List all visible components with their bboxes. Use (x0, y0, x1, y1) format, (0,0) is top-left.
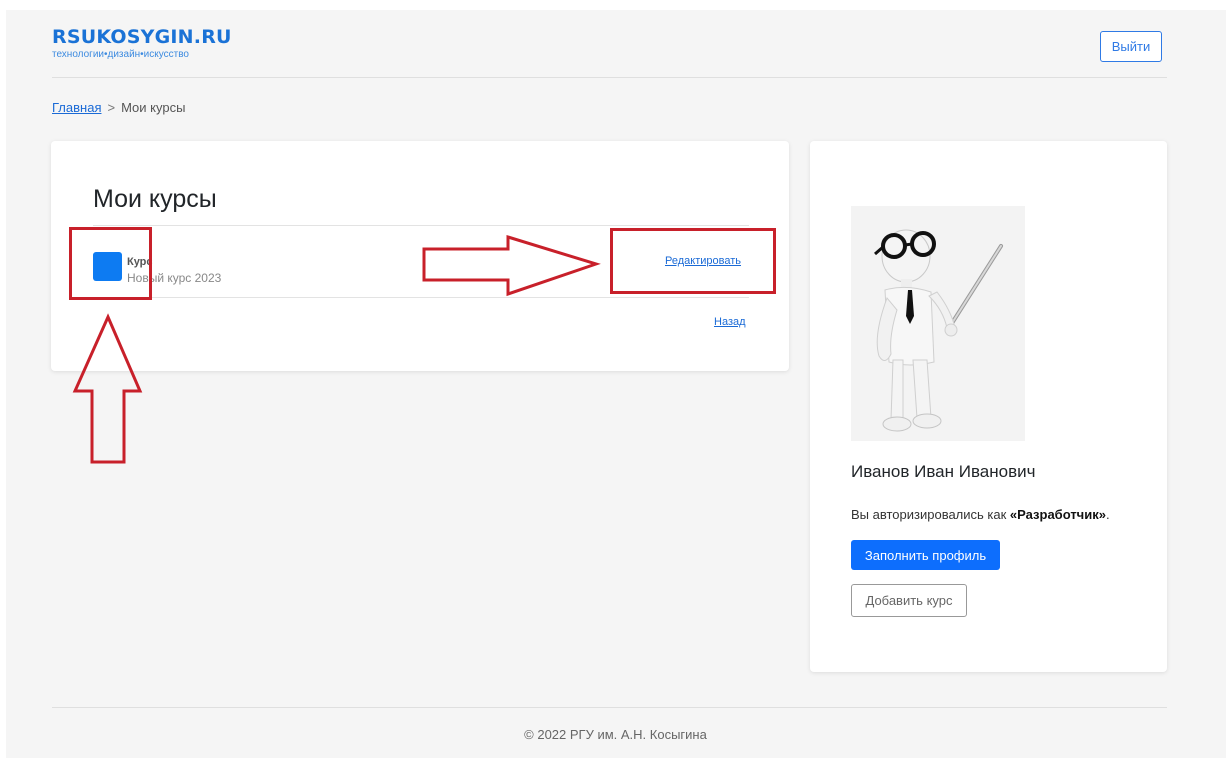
footer-copyright: © 2022 РГУ им. А.Н. Косыгина (524, 727, 707, 742)
user-name: Иванов Иван Иванович (851, 462, 1036, 481)
logout-button[interactable]: Выйти (1100, 31, 1162, 62)
breadcrumb: Главная > Мои курсы (52, 100, 185, 115)
annotation-highlight-edit-link (610, 228, 776, 294)
teacher-figure-icon (874, 229, 1003, 432)
auth-suffix: . (1105, 507, 1110, 522)
auth-status-text: Вы авторизировались как «Разработчик». (851, 507, 1110, 522)
fill-profile-button[interactable]: Заполнить профиль (851, 540, 1000, 570)
auth-prefix: Вы авторизировались как (851, 507, 1010, 522)
logo-tagline: технологии•дизайн•искусство (52, 49, 189, 60)
page-title: Мои курсы (93, 185, 217, 213)
breadcrumb-home-link[interactable]: Главная (52, 100, 101, 115)
footer-divider (52, 707, 1167, 708)
breadcrumb-current: Мои курсы (121, 100, 186, 115)
logo-title: RSUKOSYGIN.RU (52, 26, 232, 48)
back-link[interactable]: Назад (714, 316, 746, 328)
add-course-button[interactable]: Добавить курс (851, 584, 967, 617)
user-role: «Разработчик» (1009, 507, 1106, 522)
list-divider (93, 297, 749, 298)
avatar (851, 206, 1025, 441)
profile-card: Иванов Иван Иванович Вы авторизировались… (810, 141, 1167, 672)
header-divider (52, 77, 1167, 78)
annotation-highlight-course-icon (69, 227, 152, 300)
site-logo[interactable]: RSUKOSYGIN.RU технологии•дизайн•искусств… (52, 26, 232, 60)
breadcrumb-separator: > (107, 100, 116, 115)
list-divider (93, 225, 749, 226)
